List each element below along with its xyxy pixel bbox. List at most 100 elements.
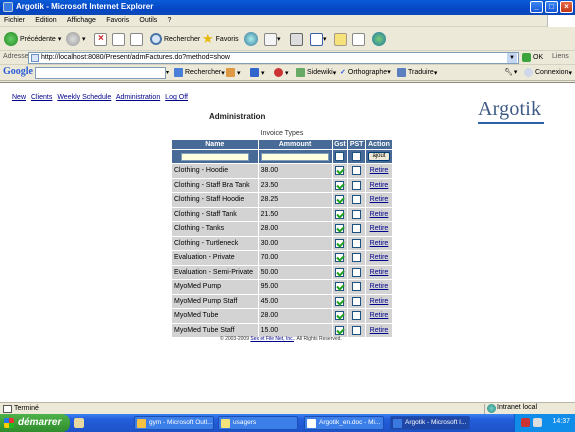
retire-link[interactable]: Retire <box>368 283 390 290</box>
back-button[interactable]: Précédente ▾ <box>4 30 61 48</box>
google-search-button[interactable]: Rechercher ▾ <box>174 68 225 77</box>
start-button[interactable]: démarrer <box>0 414 70 432</box>
refresh-button[interactable] <box>112 30 125 48</box>
pst-checkbox[interactable] <box>352 282 362 292</box>
chevron-down-icon[interactable]: ▼ <box>507 53 517 63</box>
menu-edition[interactable]: Edition <box>31 16 60 25</box>
address-input[interactable]: http://localhost:8080/Present/admFacture… <box>28 52 519 64</box>
retire-link[interactable]: Retire <box>368 254 390 261</box>
mail-button[interactable]: ▾ <box>264 30 281 48</box>
retire-link[interactable]: Retire <box>368 196 390 203</box>
minimize-button[interactable]: _ <box>530 1 543 13</box>
pst-checkbox[interactable] <box>352 325 362 335</box>
desktop-icon[interactable] <box>74 418 84 428</box>
home-button[interactable] <box>130 30 143 48</box>
gst-checkbox[interactable] <box>335 166 345 176</box>
new-gst-checkbox[interactable] <box>335 152 345 161</box>
favorites-button[interactable]: ★ Favoris <box>202 30 239 48</box>
pst-checkbox[interactable] <box>352 195 362 205</box>
company-link[interactable]: Sex et File Net, Inc. <box>250 336 294 342</box>
pst-checkbox[interactable] <box>352 267 362 277</box>
go-button[interactable]: OK <box>522 53 543 62</box>
pst-checkbox[interactable] <box>352 311 362 321</box>
page-content: New Clients Weekly Schedule Administrati… <box>0 82 575 402</box>
popup-blocker-button[interactable]: ▾ <box>274 68 289 77</box>
close-button[interactable]: × <box>560 1 573 13</box>
task-usagers[interactable]: usagers <box>218 416 298 430</box>
bookmark-button[interactable]: ▾ <box>226 68 241 77</box>
pst-checkbox[interactable] <box>352 209 362 219</box>
gst-checkbox[interactable] <box>335 224 345 234</box>
retire-link[interactable]: Retire <box>368 327 390 334</box>
edit-button[interactable]: ▾ <box>310 30 327 48</box>
menu-fichier[interactable]: Fichier <box>0 16 29 25</box>
retire-link[interactable]: Retire <box>368 269 390 276</box>
research-button[interactable] <box>352 30 365 48</box>
gst-checkbox[interactable] <box>335 180 345 190</box>
discuss-button[interactable] <box>334 30 347 48</box>
pst-checkbox[interactable] <box>352 253 362 263</box>
translate-button[interactable]: Traduire ▾ <box>397 68 437 77</box>
share-button[interactable]: ▾ <box>250 68 265 77</box>
settings-button[interactable]: 🔧︎ ▾ <box>504 68 517 76</box>
stop-button[interactable]: × <box>94 30 107 48</box>
retire-link[interactable]: Retire <box>368 240 390 247</box>
tray-icon[interactable] <box>521 418 530 427</box>
google-search-input[interactable] <box>35 67 166 79</box>
menu-help[interactable]: ? <box>164 16 176 25</box>
nav-weekly-schedule[interactable]: Weekly Schedule <box>57 94 111 101</box>
retire-link[interactable]: Retire <box>368 298 390 305</box>
task-word[interactable]: Argotik_en.doc - Mi... <box>304 416 384 430</box>
google-logo[interactable]: Google <box>3 66 33 77</box>
pst-checkbox[interactable] <box>352 296 362 306</box>
gst-checkbox[interactable] <box>335 253 345 263</box>
links-button[interactable]: Liens <box>552 53 569 60</box>
login-button[interactable]: Connexion ▾ <box>524 68 572 77</box>
task-ie[interactable]: Argotik - Microsoft I... <box>390 416 470 430</box>
chevron-down-icon: ▾ <box>387 69 391 76</box>
gst-checkbox[interactable] <box>335 296 345 306</box>
retire-link[interactable]: Retire <box>368 211 390 218</box>
maximize-button[interactable]: □ <box>545 1 558 13</box>
back-arrow-icon <box>4 32 18 46</box>
new-name-input[interactable] <box>180 152 249 161</box>
pst-checkbox[interactable] <box>352 238 362 248</box>
cell-name: MyoMed Tube Staff <box>172 323 258 337</box>
retire-link[interactable]: Retire <box>368 312 390 319</box>
spellcheck-button[interactable]: ✓ Orthographe ▾ <box>340 68 391 77</box>
retire-link[interactable]: Retire <box>368 225 390 232</box>
nav-log-off[interactable]: Log Off <box>165 94 188 101</box>
print-button[interactable] <box>290 30 303 48</box>
messenger-button[interactable] <box>372 30 388 48</box>
retire-link[interactable]: Retire <box>368 182 390 189</box>
gst-checkbox[interactable] <box>335 325 345 335</box>
nav-new[interactable]: New <box>12 94 26 101</box>
add-button[interactable]: ajout <box>367 152 390 161</box>
gst-checkbox[interactable] <box>335 311 345 321</box>
chevron-down-icon[interactable]: ▾ <box>166 69 169 76</box>
cell-gst <box>332 236 348 250</box>
retire-link[interactable]: Retire <box>368 167 390 174</box>
pst-checkbox[interactable] <box>352 180 362 190</box>
gst-checkbox[interactable] <box>335 282 345 292</box>
nav-administration[interactable]: Administration <box>116 94 160 101</box>
tray-icon[interactable] <box>533 418 542 427</box>
menu-outils[interactable]: Outils <box>135 16 161 25</box>
gst-checkbox[interactable] <box>335 209 345 219</box>
menu-affichage[interactable]: Affichage <box>63 16 100 25</box>
search-button[interactable]: Rechercher <box>150 30 200 48</box>
forward-button[interactable]: ▾ <box>66 30 86 48</box>
cell-amount: 50.00 <box>258 265 332 279</box>
history-button[interactable] <box>244 30 260 48</box>
gst-checkbox[interactable] <box>335 238 345 248</box>
pst-checkbox[interactable] <box>352 224 362 234</box>
gst-checkbox[interactable] <box>335 267 345 277</box>
nav-clients[interactable]: Clients <box>31 94 52 101</box>
new-pst-checkbox[interactable] <box>352 152 362 161</box>
menu-favoris[interactable]: Favoris <box>102 16 133 25</box>
sidewiki-button[interactable]: Sidewiki ▾ <box>296 68 336 77</box>
new-amount-input[interactable] <box>261 152 330 161</box>
task-outlook[interactable]: gym - Microsoft Outl... <box>134 416 214 430</box>
gst-checkbox[interactable] <box>335 195 345 205</box>
pst-checkbox[interactable] <box>352 166 362 176</box>
